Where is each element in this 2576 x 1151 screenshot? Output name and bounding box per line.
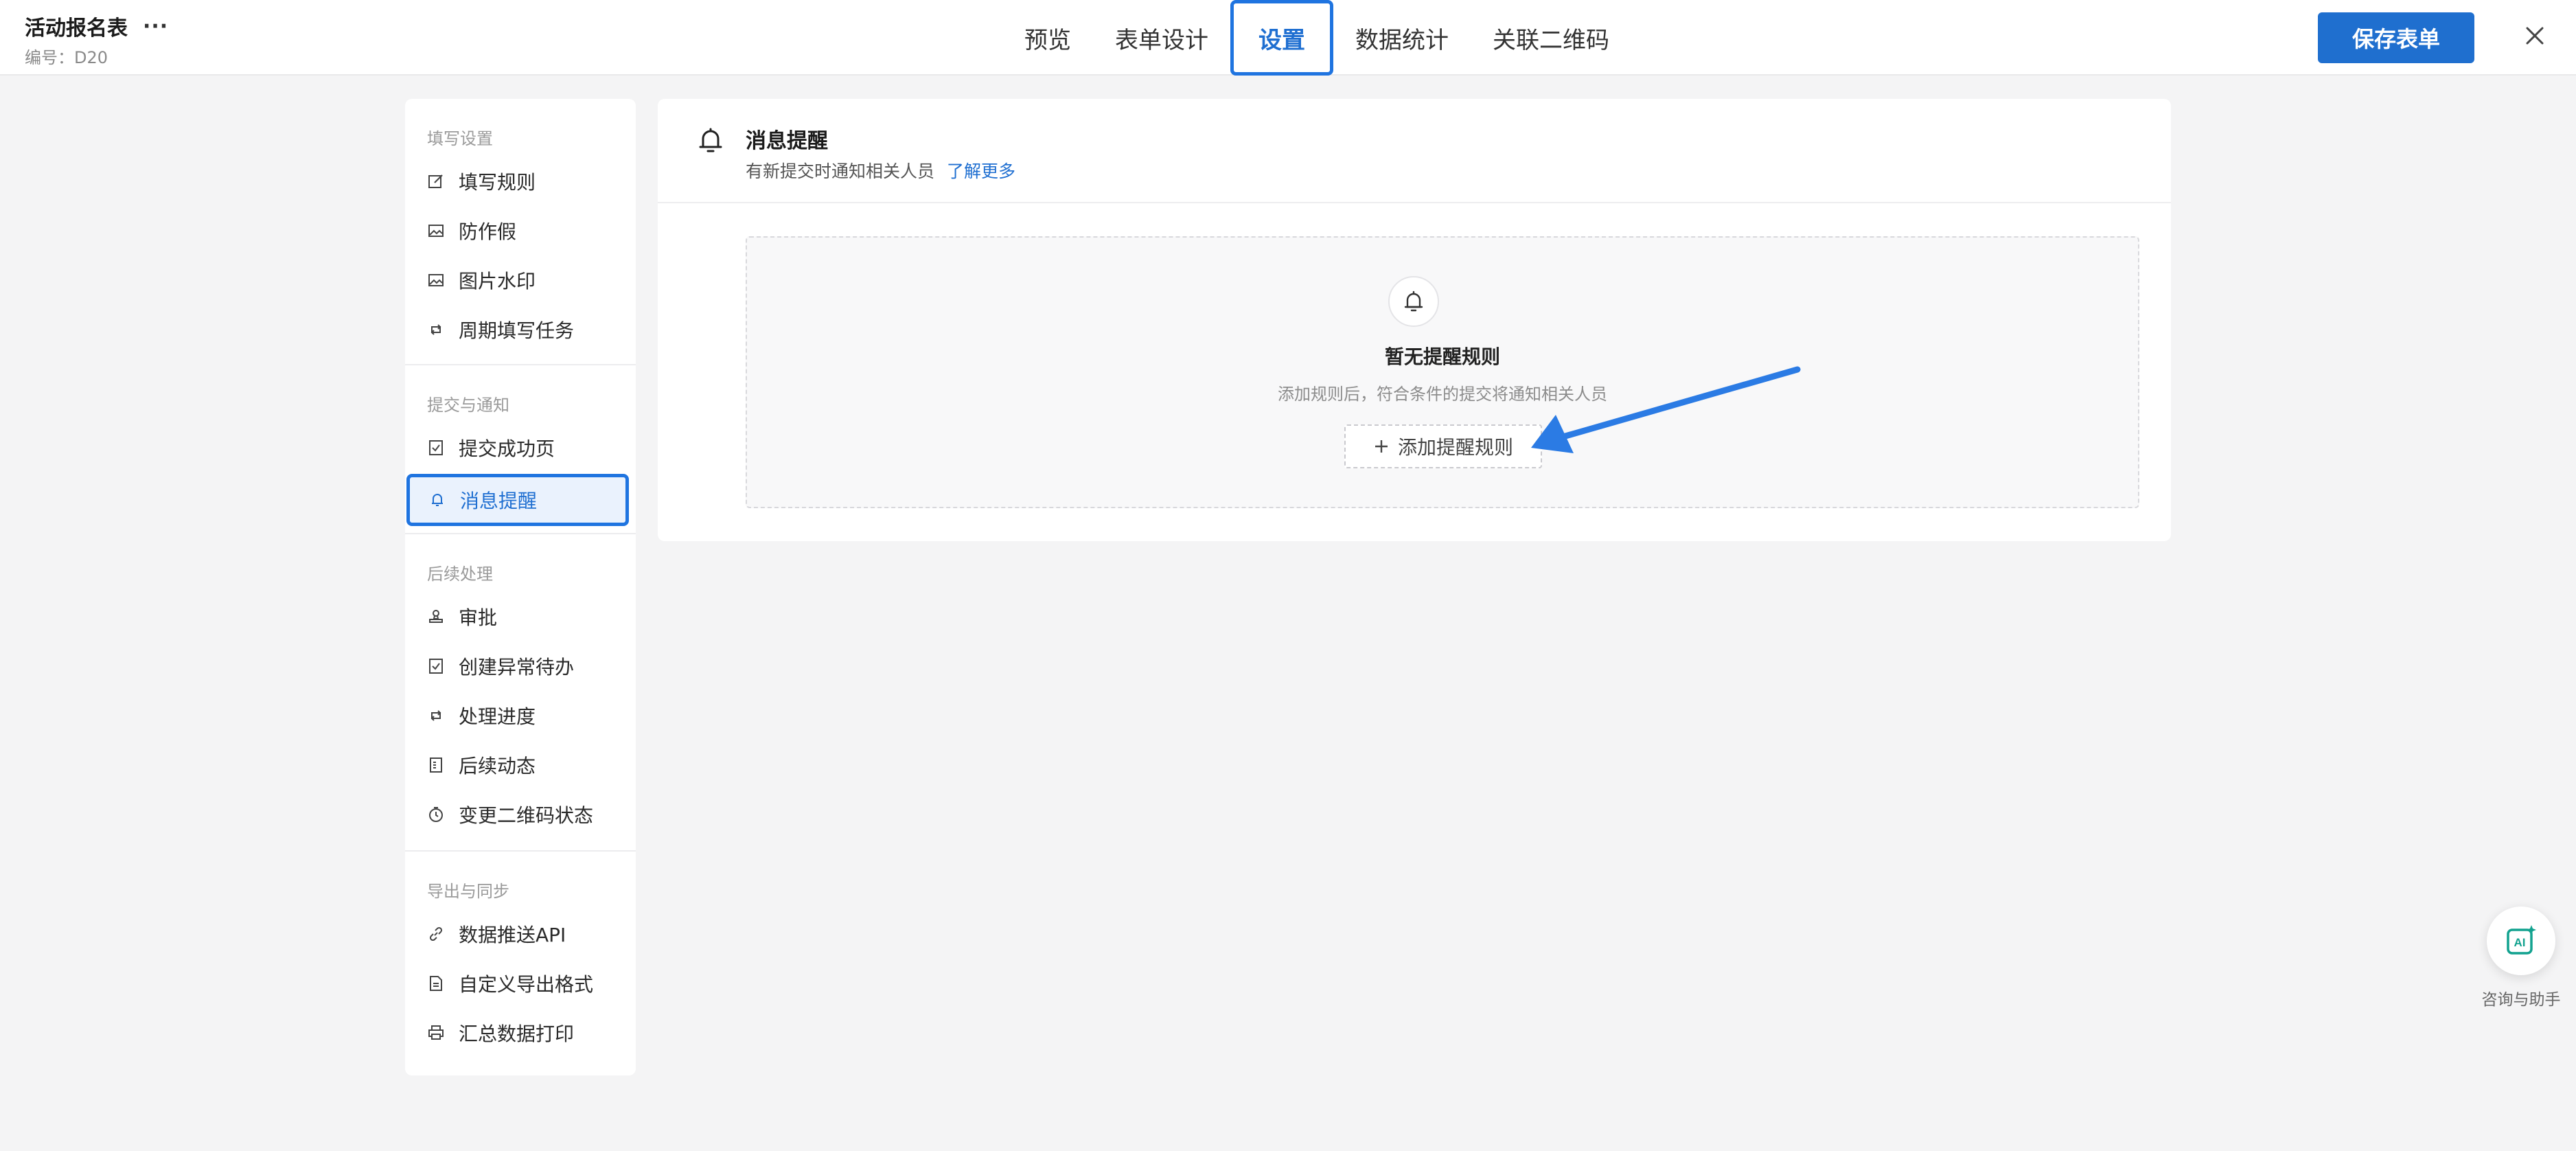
section-title-submit-notify: 提交与通知 (427, 396, 509, 415)
edit-icon (428, 174, 443, 188)
sidebar-item-label: 图片水印 (459, 270, 536, 293)
doc-icon (430, 976, 442, 991)
sidebar-item-label: 数据推送API (459, 924, 566, 946)
sidebar-item-label: 自定义导出格式 (459, 973, 594, 996)
save-form-button[interactable]: 保存表单 (2318, 12, 2474, 63)
clock-icon (429, 807, 443, 822)
sidebar-item-message-reminder[interactable]: 消息提醒 (406, 474, 629, 526)
section-title-export-sync: 导出与同步 (427, 882, 509, 901)
annotation-arrow (1531, 366, 1801, 453)
panel-title: 消息提醒 (746, 129, 828, 153)
sidebar-item-custom-export-format[interactable]: 自定义导出格式 (405, 959, 636, 1008)
sidebar-item-label: 处理进度 (459, 705, 536, 728)
check-doc-icon (429, 440, 443, 455)
printer-icon (428, 1025, 444, 1040)
sidebar-item-periodic-task[interactable]: 周期填写任务 (405, 305, 636, 354)
section-divider (405, 850, 636, 852)
check-doc-icon (429, 659, 443, 674)
sidebar-item-label: 填写规则 (459, 171, 536, 194)
plus-icon (1375, 440, 1388, 453)
top-tabs: 预览 表单设计 设置 数据统计 关联二维码 (1002, 0, 1631, 76)
section-title-follow-up: 后续处理 (427, 565, 493, 584)
sidebar-item-label: 汇总数据打印 (459, 1023, 575, 1045)
empty-state-title: 暂无提醒规则 (1384, 345, 1500, 368)
cycle-icon (430, 324, 441, 335)
sidebar-item-data-push-api[interactable]: 数据推送API (405, 909, 636, 959)
tab-data-stats[interactable]: 数据统计 (1333, 1, 1471, 74)
add-rule-label: 添加提醒规则 (1397, 436, 1513, 459)
empty-bell-icon (1388, 276, 1439, 327)
tab-settings[interactable]: 设置 (1230, 0, 1333, 76)
sidebar-item-label: 创建异常待办 (459, 656, 575, 679)
sidebar-item-label: 提交成功页 (459, 437, 555, 460)
sidebar-item-label: 变更二维码状态 (459, 804, 594, 827)
top-header: 活动报名表 ··· 编号：D20 预览 表单设计 设置 数据统计 关联二维码 保… (0, 0, 2576, 76)
bell-icon (432, 494, 443, 506)
section-divider (405, 533, 636, 534)
sidebar-item-approval[interactable]: 审批 (405, 592, 636, 641)
ai-icon: AI (2507, 925, 2536, 955)
sidebar-item-follow-up-activity[interactable]: 后续动态 (405, 740, 636, 790)
tab-preview[interactable]: 预览 (1002, 1, 1093, 74)
bell-icon (696, 125, 725, 157)
form-title-row: 活动报名表 ··· (25, 11, 168, 41)
section-divider (405, 364, 636, 365)
sidebar-item-progress[interactable]: 处理进度 (405, 691, 636, 740)
tab-linked-qrcode[interactable]: 关联二维码 (1471, 1, 1631, 74)
sidebar-item-label: 审批 (459, 606, 498, 629)
image-icon (428, 274, 444, 286)
panel-description: 有新提交时通知相关人员 (746, 161, 935, 181)
cycle-icon (430, 710, 441, 721)
sidebar-item-image-watermark[interactable]: 图片水印 (405, 255, 636, 305)
message-reminder-panel: 消息提醒 有新提交时通知相关人员 了解更多 暂无提醒规则 添加规则后，符合条件的… (658, 99, 2171, 541)
more-icon[interactable]: ··· (143, 14, 168, 38)
section-title-fill-settings: 填写设置 (427, 129, 493, 148)
form-code: 编号：D20 (25, 48, 108, 67)
ai-assistant-button[interactable]: AI (2487, 907, 2555, 975)
sidebar-item-submit-success-page[interactable]: 提交成功页 (405, 423, 636, 472)
sidebar-item-label: 周期填写任务 (459, 319, 575, 342)
sidebar-item-label: 消息提醒 (460, 490, 538, 512)
empty-state-description: 添加规则后，符合条件的提交将通知相关人员 (1278, 385, 1607, 404)
image-icon (428, 225, 444, 237)
settings-sidebar: 填写设置 填写规则 防作假 图片水印 周期填写任务 提交与通知 提交成功页 消息… (405, 99, 636, 1075)
stamp-icon (429, 610, 443, 623)
sidebar-item-change-qrcode-status[interactable]: 变更二维码状态 (405, 790, 636, 839)
ai-icon-text: AI (2514, 936, 2526, 949)
sidebar-item-create-exception-todo[interactable]: 创建异常待办 (405, 641, 636, 691)
panel-description-row: 有新提交时通知相关人员 了解更多 (746, 158, 1015, 183)
close-icon[interactable] (2521, 22, 2549, 49)
sidebar-item-label: 防作假 (459, 220, 517, 243)
sidebar-item-fill-rules[interactable]: 填写规则 (405, 157, 636, 206)
learn-more-link[interactable]: 了解更多 (947, 158, 1015, 183)
form-title: 活动报名表 (25, 16, 128, 41)
link-icon (429, 926, 443, 942)
sidebar-item-anti-fake[interactable]: 防作假 (405, 206, 636, 255)
list-doc-icon (430, 757, 442, 773)
panel-divider (658, 202, 2171, 203)
tab-form-design[interactable]: 表单设计 (1093, 1, 1230, 74)
sidebar-item-summary-print[interactable]: 汇总数据打印 (405, 1008, 636, 1058)
sidebar-item-label: 后续动态 (459, 755, 536, 777)
empty-state: 暂无提醒规则 添加规则后，符合条件的提交将通知相关人员 添加提醒规则 (746, 236, 2139, 508)
ai-assistant-label: 咨询与助手 (2481, 991, 2561, 1009)
